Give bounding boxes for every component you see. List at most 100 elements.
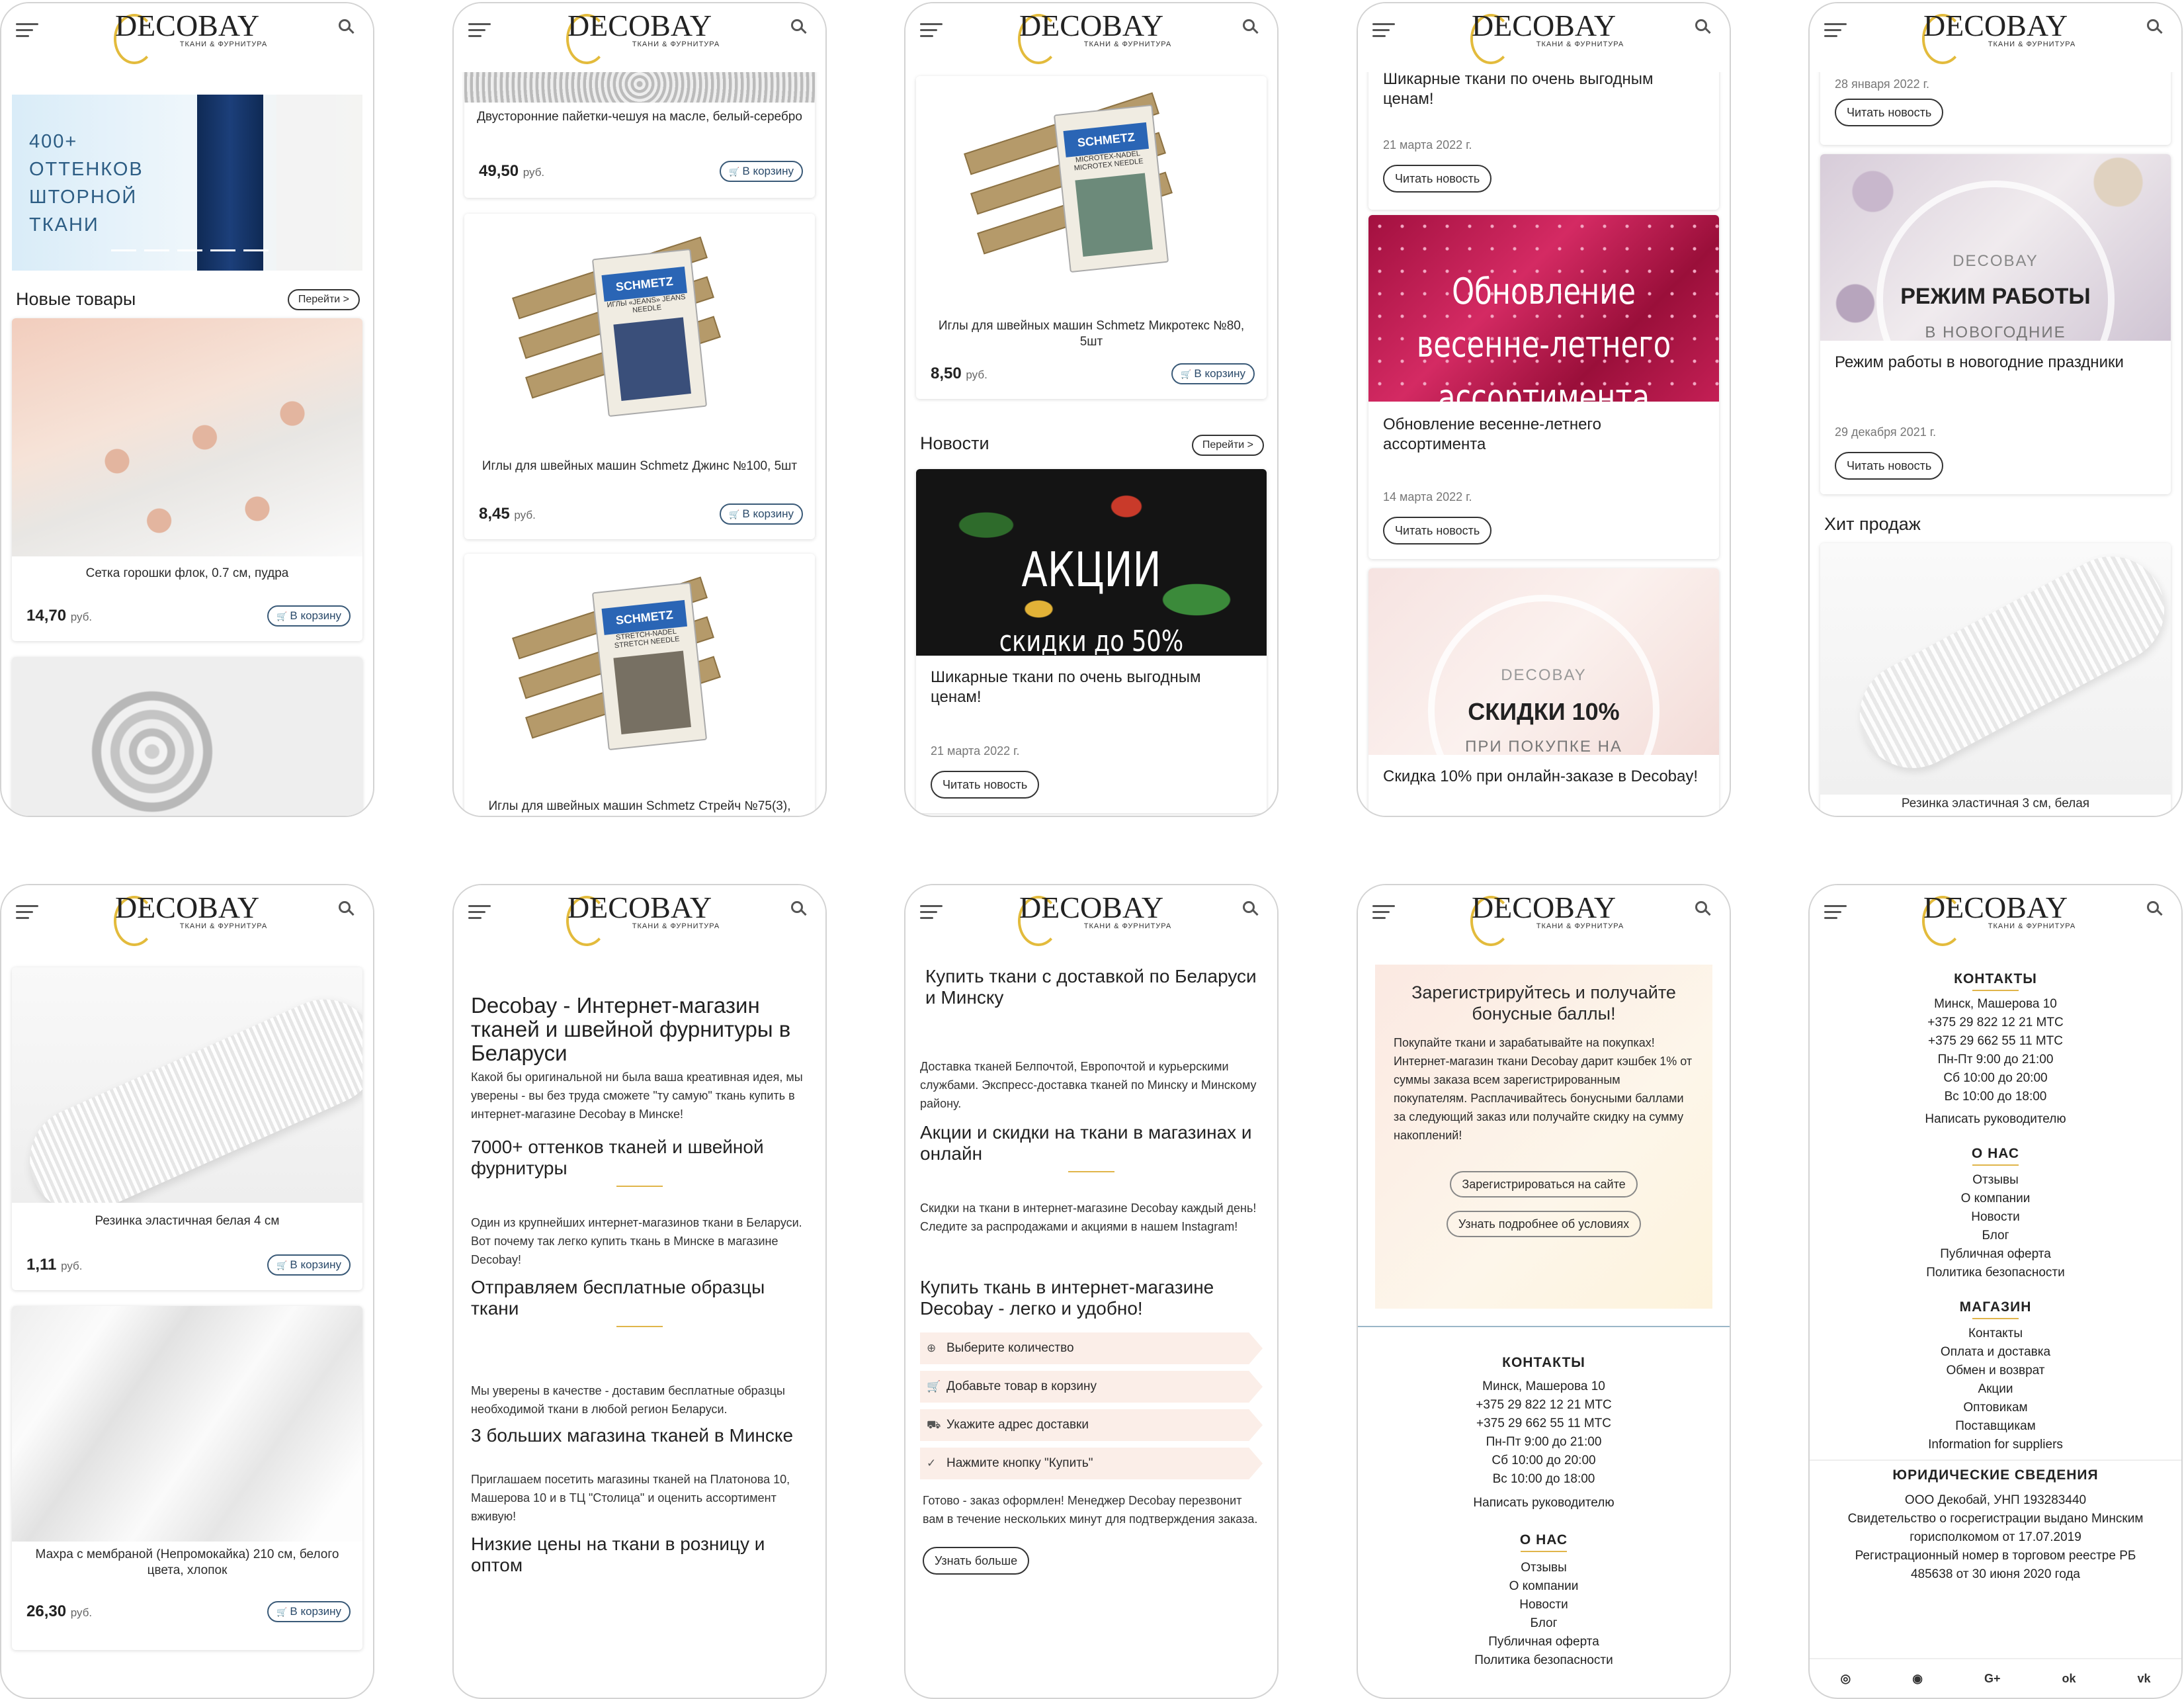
footer-link[interactable]: Новости bbox=[1358, 1596, 1730, 1614]
news-image[interactable]: Обновление весенне-летнего ассортимента bbox=[1368, 215, 1719, 402]
search-icon[interactable] bbox=[1695, 901, 1711, 917]
product-image[interactable] bbox=[12, 967, 362, 1203]
news-title[interactable]: Режим работы в новогодние праздники bbox=[1820, 353, 2138, 372]
footer-link[interactable]: Отзывы bbox=[1358, 1559, 1730, 1577]
product-name[interactable]: Махра с мембраной (Непромокайка) 210 см,… bbox=[12, 1547, 362, 1579]
footer-link[interactable]: Публичная оферта bbox=[1810, 1245, 2181, 1264]
add-to-cart-button[interactable]: В корзину bbox=[267, 1601, 351, 1622]
product-name[interactable]: Иглы для швейных машин Schmetz Микротекс… bbox=[916, 318, 1267, 350]
go-button[interactable]: Перейти > bbox=[1191, 435, 1264, 456]
read-news-button[interactable]: Читать новость bbox=[931, 771, 1040, 799]
logo[interactable]: DECOBAY ТКАНИ & ФУРНИТУРА bbox=[1358, 889, 1730, 946]
product-card[interactable]: SCHMETZ STRETCH-NADEL STRETCH NEEDLE Иглы… bbox=[464, 554, 815, 816]
product-card[interactable]: Сетка горошки флок, 0.7 см, пудра 14,70 … bbox=[12, 318, 362, 641]
footer-link[interactable]: Оптовикам bbox=[1810, 1399, 2181, 1417]
product-image[interactable] bbox=[12, 657, 362, 816]
logo[interactable]: DECOBAY ТКАНИ & ФУРНИТУРА bbox=[1, 889, 373, 946]
product-card[interactable]: SCHMETZ MICROTEX-NADEL MICROTEX NEEDLE Иг… bbox=[916, 76, 1267, 399]
footer-link[interactable]: О компании bbox=[1810, 1190, 2181, 1208]
product-card[interactable]: Резинка эластичная белая 4 см 1,11 руб. … bbox=[12, 967, 362, 1290]
search-icon[interactable] bbox=[2147, 19, 2163, 35]
search-icon[interactable] bbox=[1695, 19, 1711, 35]
add-to-cart-button[interactable]: В корзину bbox=[267, 605, 351, 627]
footer-link[interactable]: Политика безопасности bbox=[1810, 1264, 2181, 1282]
footer-link[interactable]: Отзывы bbox=[1810, 1171, 2181, 1190]
product-card[interactable]: Двусторонние пайетки-чешуя на масле, бел… bbox=[464, 72, 815, 198]
go-button[interactable]: Перейти > bbox=[287, 289, 360, 310]
news-title[interactable]: Шикарные ткани по очень выгодным ценам! bbox=[1368, 72, 1719, 109]
add-to-cart-button[interactable]: В корзину bbox=[1171, 363, 1255, 384]
hero-banner[interactable]: 400+ ОТТЕНКОВ ШТОРНОЙ ТКАНИ bbox=[12, 95, 362, 271]
product-image[interactable] bbox=[464, 72, 815, 103]
news-card[interactable]: Шикарные ткани по очень выгодным ценам! … bbox=[1368, 72, 1719, 210]
add-to-cart-button[interactable]: В корзину bbox=[720, 161, 803, 182]
footer-link[interactable]: Акции bbox=[1810, 1380, 2181, 1399]
logo[interactable]: DECOBAY ТКАНИ & ФУРНИТУРА bbox=[454, 889, 825, 946]
product-card[interactable]: Махра с мембраной (Непромокайка) 210 см,… bbox=[12, 1306, 362, 1650]
product-image[interactable] bbox=[12, 1306, 362, 1542]
product-name[interactable]: Сетка горошки флок, 0.7 см, пудра bbox=[12, 566, 362, 582]
news-card[interactable]: DECOBAY РЕЖИМ РАБОТЫ В НОВОГОДНИЕ Режим … bbox=[1820, 154, 2171, 494]
search-icon[interactable] bbox=[2147, 901, 2163, 917]
footer-link[interactable]: Обмен и возврат bbox=[1810, 1362, 2181, 1380]
product-name[interactable]: Резинка эластичная белая 4 см bbox=[12, 1213, 362, 1229]
register-button[interactable]: Зарегистрироваться на сайте bbox=[1450, 1171, 1638, 1198]
add-to-cart-button[interactable]: В корзину bbox=[267, 1254, 351, 1276]
news-image[interactable]: АКЦИИ скидки до 50% bbox=[916, 469, 1267, 656]
add-to-cart-button[interactable]: В корзину bbox=[720, 503, 803, 525]
read-news-button[interactable]: Читать новость bbox=[1835, 99, 1944, 126]
news-title[interactable]: Скидка 10% при онлайн-заказе в Decobay! bbox=[1368, 767, 1712, 787]
terms-button[interactable]: Узнать подробнее об условиях bbox=[1446, 1211, 1642, 1237]
footer-link[interactable]: Поставщикам bbox=[1810, 1417, 2181, 1436]
news-card[interactable]: DECOBAY СКИДКИ 10% ПРИ ПОКУПКЕ НА Скидка… bbox=[1368, 568, 1719, 816]
read-news-button[interactable]: Читать новость bbox=[1383, 517, 1492, 545]
news-card[interactable]: Обновление весенне-летнего ассортимента … bbox=[1368, 215, 1719, 559]
product-image[interactable] bbox=[1820, 543, 2171, 795]
search-icon[interactable] bbox=[791, 19, 807, 35]
search-icon[interactable] bbox=[791, 901, 807, 917]
search-icon[interactable] bbox=[339, 19, 355, 35]
odnoklassniki-icon[interactable]: ok bbox=[2062, 1672, 2076, 1686]
footer-link[interactable]: Блог bbox=[1358, 1614, 1730, 1633]
footer-link[interactable]: Публичная оферта bbox=[1358, 1633, 1730, 1651]
footer-phone[interactable]: +375 29 662 55 11 МТС bbox=[1810, 1032, 2181, 1051]
product-card[interactable] bbox=[12, 657, 362, 816]
google-plus-icon[interactable]: G+ bbox=[1984, 1672, 2001, 1686]
footer-link[interactable]: Блог bbox=[1810, 1227, 2181, 1245]
news-card[interactable]: 28 января 2022 г. Читать новость bbox=[1820, 72, 2171, 145]
logo[interactable]: DECOBAY ТКАНИ & ФУРНИТУРА bbox=[905, 889, 1277, 946]
logo[interactable]: DECOBAY ТКАНИ & ФУРНИТУРА bbox=[454, 7, 825, 64]
footer-phone[interactable]: +375 29 822 12 21 МТС bbox=[1358, 1396, 1730, 1415]
slider-dots[interactable] bbox=[111, 249, 276, 251]
instagram-icon[interactable]: ◎ bbox=[1841, 1672, 1851, 1686]
footer-phone[interactable]: +375 29 822 12 21 МТС bbox=[1810, 1014, 2181, 1032]
product-name[interactable]: Резинка эластичная 3 см, белая bbox=[1820, 796, 2171, 812]
product-image[interactable]: SCHMETZ MICROTEX-NADEL MICROTEX NEEDLE bbox=[916, 76, 1267, 314]
news-image[interactable]: DECOBAY РЕЖИМ РАБОТЫ В НОВОГОДНИЕ bbox=[1820, 154, 2171, 341]
read-news-button[interactable]: Читать новость bbox=[1835, 452, 1944, 480]
logo[interactable]: DECOBAY ТКАНИ & ФУРНИТУРА bbox=[1, 7, 373, 64]
product-image[interactable]: SCHMETZ ИГЛЫ «JEANS» JEANS NEEDLE bbox=[464, 214, 815, 452]
search-icon[interactable] bbox=[1243, 901, 1259, 917]
search-icon[interactable] bbox=[1243, 19, 1259, 35]
footer-phone[interactable]: +375 29 662 55 11 МТС bbox=[1358, 1415, 1730, 1433]
news-image[interactable]: DECOBAY СКИДКИ 10% ПРИ ПОКУПКЕ НА bbox=[1368, 568, 1719, 755]
logo[interactable]: DECOBAY ТКАНИ & ФУРНИТУРА bbox=[905, 7, 1277, 64]
logo[interactable]: DECOBAY ТКАНИ & ФУРНИТУРА bbox=[1810, 7, 2181, 64]
learn-more-button[interactable]: Узнать больше bbox=[923, 1547, 1030, 1575]
news-title[interactable]: Шикарные ткани по очень выгодным ценам! bbox=[916, 668, 1267, 707]
product-name[interactable]: Иглы для швейных машин Schmetz Стрейч №7… bbox=[464, 799, 815, 814]
footer-link[interactable]: Новости bbox=[1810, 1208, 2181, 1227]
product-name[interactable]: Иглы для швейных машин Schmetz Джинс №10… bbox=[464, 458, 815, 474]
footer-link[interactable]: О компании bbox=[1358, 1577, 1730, 1596]
footer-link[interactable]: Контакты bbox=[1810, 1325, 2181, 1343]
product-name[interactable]: Двусторонние пайетки-чешуя на масле, бел… bbox=[464, 109, 815, 125]
product-card[interactable]: Резинка эластичная 3 см, белая bbox=[1820, 543, 2171, 816]
product-image[interactable] bbox=[12, 318, 362, 556]
footer-link[interactable]: Information for suppliers bbox=[1810, 1436, 2181, 1454]
logo[interactable]: DECOBAY ТКАНИ & ФУРНИТУРА bbox=[1358, 7, 1730, 64]
vk-icon[interactable]: vk bbox=[2137, 1672, 2150, 1686]
footer-link[interactable]: Оплата и доставка bbox=[1810, 1343, 2181, 1362]
logo[interactable]: DECOBAY ТКАНИ & ФУРНИТУРА bbox=[1810, 889, 2181, 946]
read-news-button[interactable]: Читать новость bbox=[1383, 165, 1492, 193]
